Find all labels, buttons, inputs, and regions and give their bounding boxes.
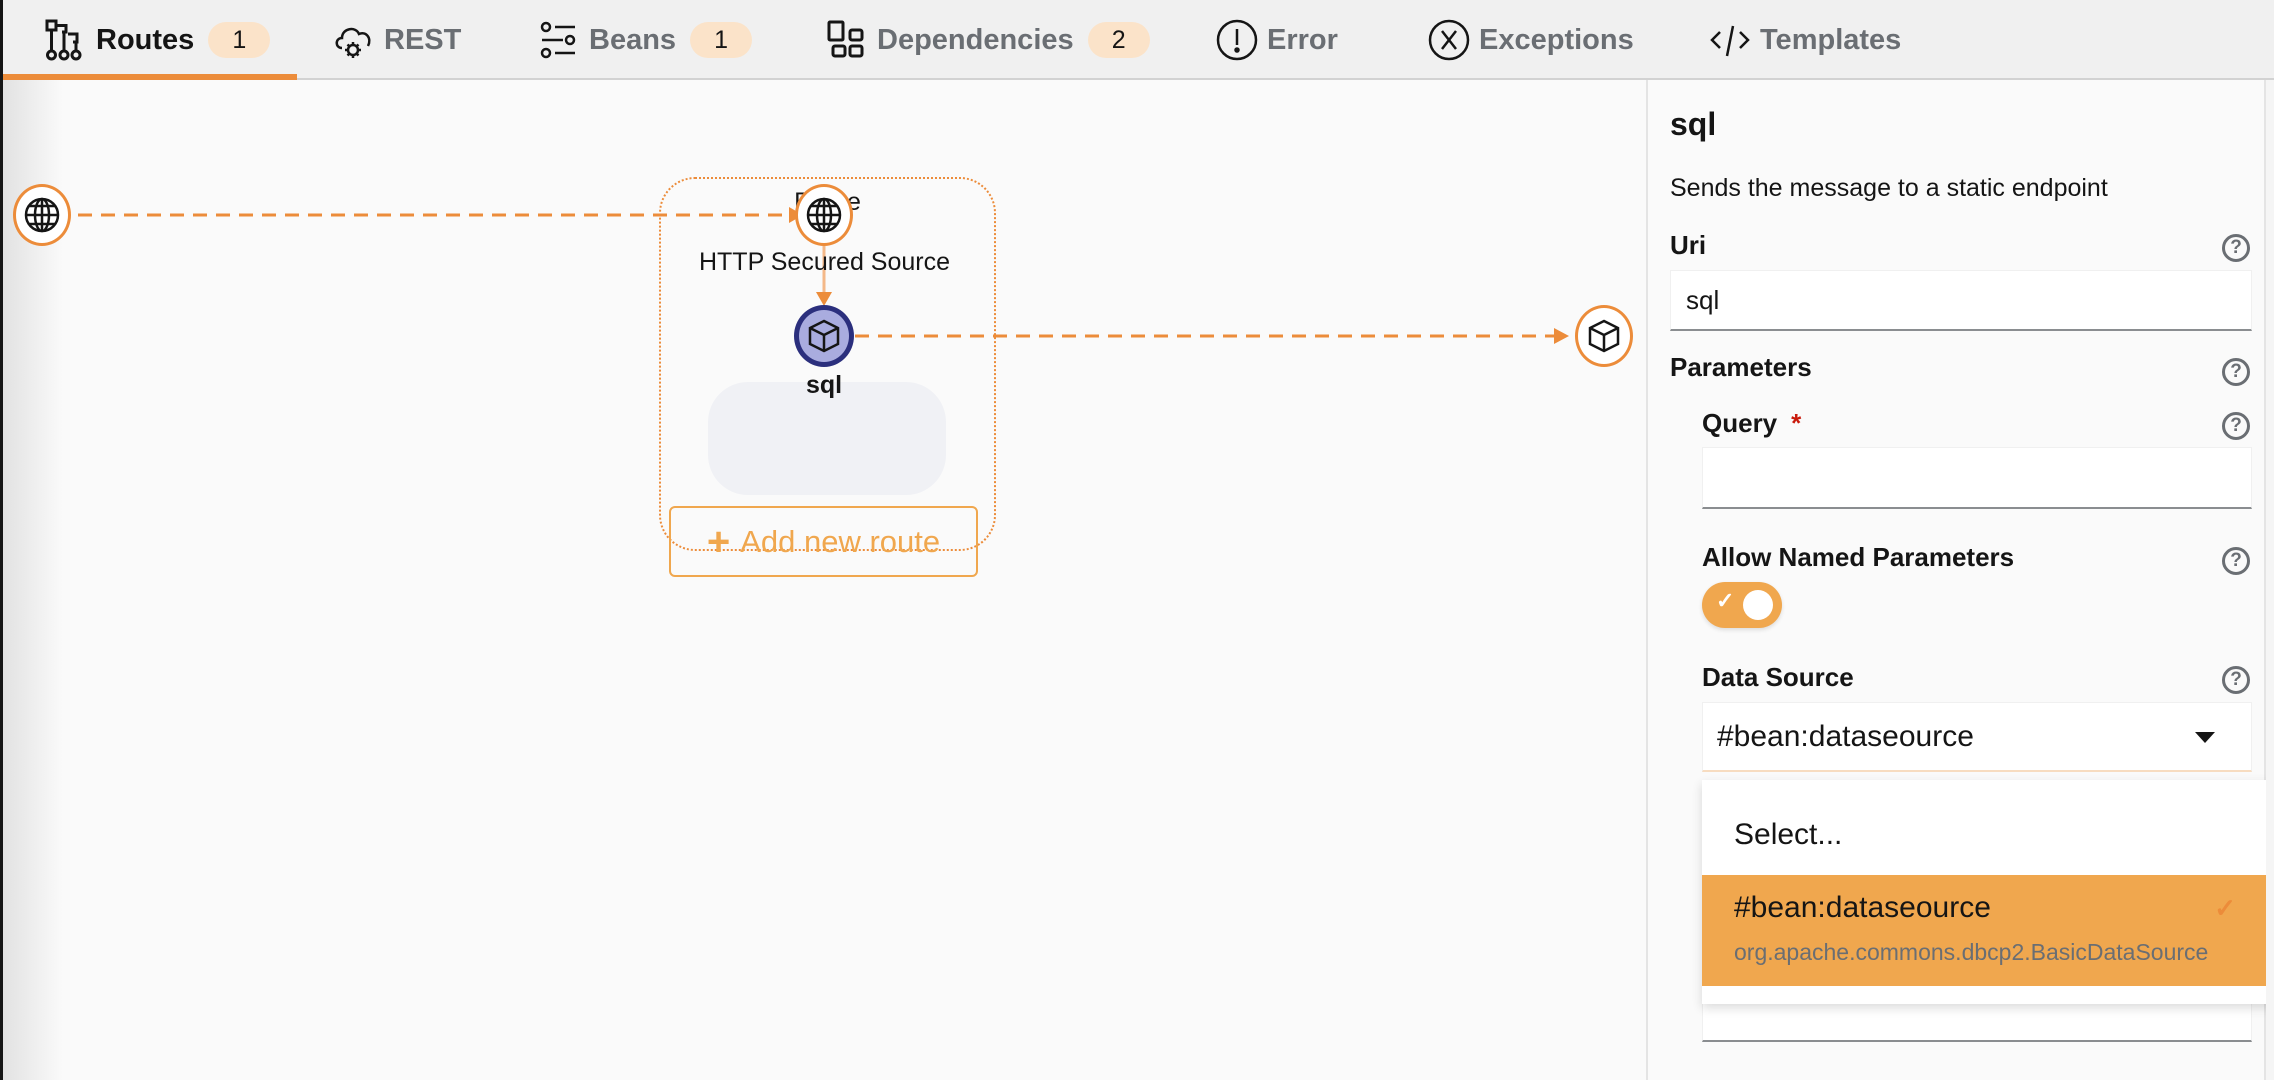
code-icon	[1708, 18, 1752, 62]
option-label: #bean:dataseource	[1734, 891, 1991, 924]
cube-icon	[1588, 319, 1620, 353]
uri-label: Uri	[1670, 230, 1707, 260]
tab-rest[interactable]: REST	[332, 0, 461, 80]
edge-source-arrow	[816, 292, 832, 306]
tab-beans[interactable]: Beans 1	[537, 0, 753, 80]
data-source-help-icon[interactable]: ?	[2222, 666, 2250, 694]
query-help-icon[interactable]: ?	[2222, 412, 2250, 440]
sql-step-node[interactable]	[794, 305, 854, 367]
data-source-label: Data Source	[1702, 662, 1854, 692]
allow-named-parameters-toggle[interactable]: ✓	[1702, 582, 1782, 628]
tab-label: Dependencies	[877, 23, 1074, 56]
edge-out-arrow	[1554, 328, 1569, 344]
routes-icon	[44, 18, 88, 62]
query-label-text: Query	[1702, 408, 1778, 438]
scrollbar-track[interactable]	[2266, 80, 2274, 1080]
window-edge	[0, 0, 3, 1080]
data-source-value: #bean:dataseource	[1717, 719, 1974, 753]
globe-icon	[806, 197, 842, 233]
tab-routes[interactable]: Routes 1	[44, 0, 271, 80]
option-description: org.apache.commons.dbcp2.BasicDataSource	[1734, 939, 2209, 965]
beans-count-badge: 1	[690, 22, 753, 58]
uri-input[interactable]: sql	[1670, 270, 2252, 331]
cloud-gear-icon	[332, 18, 376, 62]
data-source-select[interactable]: #bean:dataseource	[1702, 702, 2252, 772]
parameters-label: Parameters	[1670, 352, 1812, 382]
cube-icon	[808, 319, 840, 353]
panel-description: Sends the message to a static endpoint	[1670, 174, 2108, 202]
tab-dependencies[interactable]: Dependencies 2	[825, 0, 1150, 80]
sliders-icon	[537, 18, 581, 62]
allow-named-help-icon[interactable]: ?	[2222, 547, 2250, 575]
step-node-label: sql	[805, 371, 843, 399]
http-source-node[interactable]	[795, 184, 853, 246]
panel-title: sql	[1670, 106, 1717, 142]
query-input[interactable]	[1702, 447, 2252, 509]
source-node-label: HTTP Secured Source	[698, 248, 951, 276]
toggle-knob	[1743, 590, 1773, 620]
uri-help-icon[interactable]: ?	[2222, 234, 2250, 262]
blocks-icon	[825, 18, 869, 62]
tab-label: Beans	[589, 23, 677, 56]
add-new-route-button[interactable]: + Add new route	[669, 506, 978, 577]
app-root: Routes 1 REST Beans 1 Dependencies 2 Err…	[0, 0, 2274, 1080]
external-source-node[interactable]	[13, 184, 71, 246]
add-route-label: Add new route	[740, 523, 941, 559]
exclamation-circle-icon	[1215, 18, 1259, 62]
tab-label: Error	[1267, 23, 1338, 56]
plus-icon: +	[706, 519, 731, 564]
option-label: Select...	[1734, 818, 1843, 851]
parameters-help-icon[interactable]: ?	[2222, 358, 2250, 386]
required-marker: *	[1791, 408, 1802, 438]
tab-label: Routes	[96, 23, 195, 56]
caret-down-icon	[2195, 732, 2215, 743]
external-target-node[interactable]	[1575, 305, 1633, 367]
routes-count-badge: 1	[208, 22, 271, 58]
dropdown-option-selected[interactable]: #bean:dataseource org.apache.commons.dbc…	[1702, 875, 2274, 986]
tab-label: REST	[384, 23, 462, 56]
dependencies-count-badge: 2	[1087, 22, 1150, 58]
check-icon: ✓	[2214, 893, 2236, 923]
tab-bar: Routes 1 REST Beans 1 Dependencies 2 Err…	[0, 0, 2274, 80]
dropdown-option[interactable]: Select...	[1702, 780, 2274, 875]
tab-label: Exceptions	[1479, 23, 1634, 56]
data-source-dropdown-menu: Select... #bean:dataseource org.apache.c…	[1702, 780, 2274, 1004]
tab-templates[interactable]: Templates	[1708, 0, 1901, 80]
globe-icon	[24, 197, 60, 233]
route-canvas[interactable]: Route HTTP Secured Source sql	[3, 80, 1648, 1080]
properties-panel: sql Sends the message to a static endpoi…	[1646, 80, 2274, 1080]
check-icon: ✓	[1716, 588, 1735, 613]
tab-exceptions[interactable]: Exceptions	[1427, 0, 1634, 80]
allow-named-parameters-label: Allow Named Parameters	[1702, 542, 2015, 572]
times-circle-icon	[1427, 18, 1471, 62]
query-label: Query *	[1702, 408, 1801, 439]
tab-label: Templates	[1760, 23, 1902, 56]
tab-error[interactable]: Error	[1215, 0, 1338, 80]
